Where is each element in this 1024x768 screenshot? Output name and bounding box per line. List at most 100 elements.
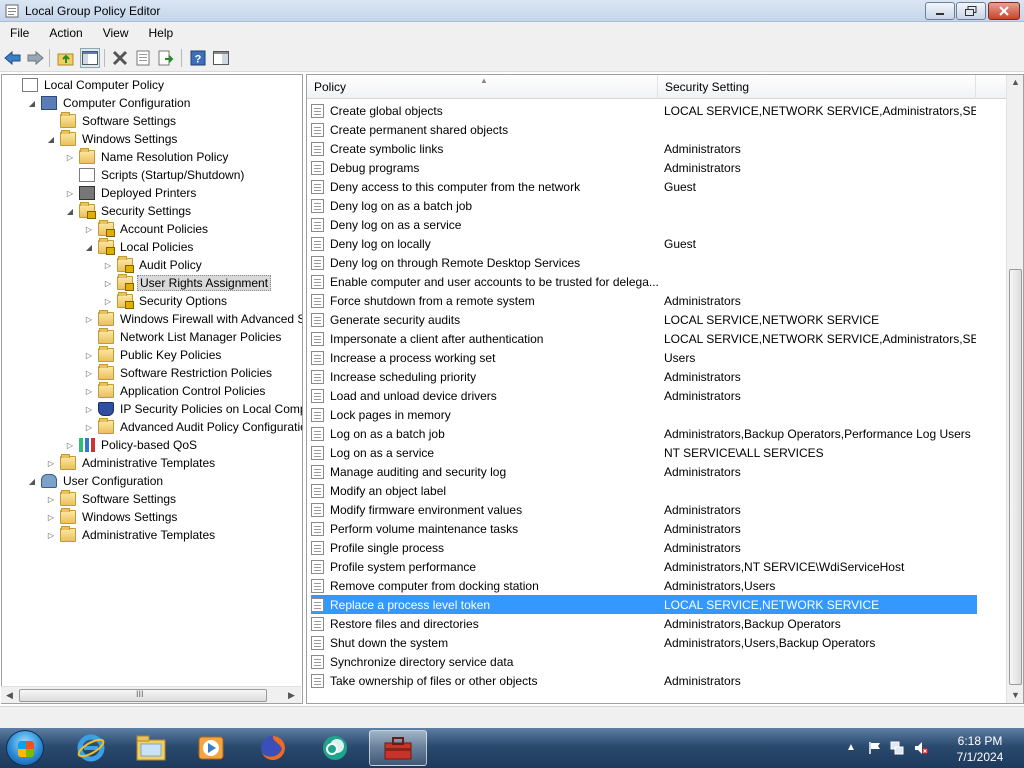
policy-row[interactable]: Impersonate a client after authenticatio… bbox=[311, 329, 977, 348]
clock-time[interactable]: 6:18 PM bbox=[948, 734, 1012, 748]
policy-row[interactable]: Force shutdown from a remote system Admin… bbox=[311, 291, 977, 310]
tree-expand-icon[interactable]: ▷ bbox=[84, 368, 94, 378]
tree-collapse-icon[interactable]: ◢ bbox=[46, 134, 56, 144]
properties-button[interactable] bbox=[133, 48, 153, 68]
policy-row[interactable]: Deny log on as a batch job bbox=[311, 196, 977, 215]
menu-view[interactable]: View bbox=[93, 26, 139, 40]
action-center-flag-icon[interactable] bbox=[868, 741, 882, 755]
forward-button[interactable] bbox=[25, 48, 45, 68]
policy-row[interactable]: Synchronize directory service data bbox=[311, 652, 977, 671]
start-button[interactable] bbox=[6, 730, 44, 766]
policy-row[interactable]: Deny log on through Remote Desktop Servi… bbox=[311, 253, 977, 272]
tree-expand-icon[interactable]: ▷ bbox=[103, 278, 113, 288]
tree-collapse-icon[interactable]: ◢ bbox=[65, 206, 75, 216]
taskbar-group-policy-editor[interactable] bbox=[369, 730, 427, 766]
tree-item-security-settings[interactable]: ◢ Security Settings bbox=[65, 202, 193, 220]
tree-item-user-configuration[interactable]: ◢ User Configuration bbox=[27, 472, 165, 490]
export-list-button[interactable] bbox=[156, 48, 176, 68]
policy-row[interactable]: Create global objects LOCAL SERVICE,NETWO… bbox=[311, 101, 977, 120]
title-bar[interactable]: Local Group Policy Editor bbox=[0, 0, 1024, 22]
tree-item-windows-firewall-with-advanced-secu[interactable]: ▷ Windows Firewall with Advanced Secu bbox=[84, 310, 302, 328]
close-button[interactable] bbox=[988, 2, 1020, 20]
tree-item-software-restriction-policies[interactable]: ▷ Software Restriction Policies bbox=[84, 364, 274, 382]
tree-collapse-icon[interactable]: ◢ bbox=[27, 476, 37, 486]
tree-item-windows-settings[interactable]: ◢ Windows Settings bbox=[46, 130, 179, 148]
tree-item-local-computer-policy[interactable]: Local Computer Policy bbox=[8, 76, 166, 94]
volume-muted-icon[interactable] bbox=[914, 741, 928, 755]
policy-row[interactable]: Enable computer and user accounts to be … bbox=[311, 272, 977, 291]
restore-button[interactable] bbox=[956, 2, 986, 20]
tree-item-windows-settings[interactable]: ▷ Windows Settings bbox=[46, 508, 179, 526]
taskbar-firefox[interactable] bbox=[244, 730, 302, 766]
tree-expand-icon[interactable]: ▷ bbox=[103, 260, 113, 270]
tree-item-security-options[interactable]: ▷ Security Options bbox=[103, 292, 229, 310]
tree-item-administrative-templates[interactable]: ▷ Administrative Templates bbox=[46, 454, 217, 472]
policy-row[interactable]: Load and unload device drivers Administra… bbox=[311, 386, 977, 405]
policy-row[interactable]: Create symbolic links Administrators bbox=[311, 139, 977, 158]
tree-item-deployed-printers[interactable]: ▷ Deployed Printers bbox=[65, 184, 198, 202]
show-hidden-icons-chevron-icon[interactable]: ▲ bbox=[846, 742, 860, 756]
tree-item-name-resolution-policy[interactable]: ▷ Name Resolution Policy bbox=[65, 148, 230, 166]
policy-row[interactable]: Manage auditing and security log Administ… bbox=[311, 462, 977, 481]
delete-button[interactable] bbox=[110, 48, 130, 68]
tree-expand-icon[interactable]: ▷ bbox=[103, 296, 113, 306]
policy-row[interactable]: Deny log on as a service bbox=[311, 215, 977, 234]
tree-item-local-policies[interactable]: ◢ Local Policies bbox=[84, 238, 195, 256]
tree-item-audit-policy[interactable]: ▷ Audit Policy bbox=[103, 256, 204, 274]
taskbar-windows-explorer[interactable] bbox=[122, 730, 180, 766]
menu-help[interactable]: Help bbox=[139, 26, 184, 40]
list-vertical-scrollbar[interactable]: ▲ ▼ bbox=[1006, 75, 1023, 703]
policy-row[interactable]: Create permanent shared objects bbox=[311, 120, 977, 139]
tree-item-application-control-policies[interactable]: ▷ Application Control Policies bbox=[84, 382, 267, 400]
back-button[interactable] bbox=[3, 48, 23, 68]
menu-action[interactable]: Action bbox=[39, 26, 92, 40]
tree-expand-icon[interactable]: ▷ bbox=[84, 314, 94, 324]
policy-row[interactable]: Lock pages in memory bbox=[311, 405, 977, 424]
column-header-security-setting[interactable]: Security Setting bbox=[658, 75, 976, 99]
tree-item-software-settings[interactable]: Software Settings bbox=[46, 112, 178, 130]
scroll-left-icon[interactable]: ◀ bbox=[6, 690, 13, 701]
tree-item-network-list-manager-policies[interactable]: Network List Manager Policies bbox=[84, 328, 283, 346]
up-one-level-button[interactable] bbox=[56, 48, 76, 68]
policy-row[interactable]: Deny access to this computer from the ne… bbox=[311, 177, 977, 196]
policy-row[interactable]: Increase scheduling priority Administrato… bbox=[311, 367, 977, 386]
tree-expand-icon[interactable]: ▷ bbox=[84, 404, 94, 414]
tree-item-user-rights-assignment[interactable]: ▷ User Rights Assignment bbox=[103, 274, 272, 292]
show-hide-tree-button[interactable] bbox=[80, 48, 100, 68]
scrollbar-thumb[interactable]: III bbox=[19, 689, 267, 702]
policy-row[interactable]: Restore files and directories Administrat… bbox=[311, 614, 977, 633]
policy-row[interactable]: Shut down the system Administrators,Users… bbox=[311, 633, 977, 652]
tree-expand-icon[interactable]: ▷ bbox=[46, 458, 56, 468]
policy-row[interactable]: Increase a process working set Users bbox=[311, 348, 977, 367]
tree-item-computer-configuration[interactable]: ◢ Computer Configuration bbox=[27, 94, 192, 112]
tree-expand-icon[interactable]: ▷ bbox=[65, 440, 75, 450]
policy-row[interactable]: Modify firmware environment values Admini… bbox=[311, 500, 977, 519]
tree-expand-icon[interactable]: ▷ bbox=[46, 494, 56, 504]
policy-row[interactable]: Profile single process Administrators bbox=[311, 538, 977, 557]
tree-expand-icon[interactable]: ▷ bbox=[46, 512, 56, 522]
tree-item-administrative-templates[interactable]: ▷ Administrative Templates bbox=[46, 526, 217, 544]
tree-collapse-icon[interactable]: ◢ bbox=[27, 98, 37, 108]
policy-row[interactable]: Log on as a service NT SERVICE\ALL SERVIC… bbox=[311, 443, 977, 462]
tree-item-public-key-policies[interactable]: ▷ Public Key Policies bbox=[84, 346, 223, 364]
policy-row[interactable]: Debug programs Administrators bbox=[311, 158, 977, 177]
policy-row[interactable]: Profile system performance Administrators… bbox=[311, 557, 977, 576]
taskbar-internet-explorer[interactable] bbox=[62, 730, 120, 766]
taskbar-media-player[interactable] bbox=[182, 730, 240, 766]
policy-row[interactable]: Modify an object label bbox=[311, 481, 977, 500]
menu-file[interactable]: File bbox=[0, 26, 39, 40]
policy-row[interactable]: Take ownership of files or other objects… bbox=[311, 671, 977, 690]
tree-expand-icon[interactable]: ▷ bbox=[84, 422, 94, 432]
scroll-up-icon[interactable]: ▲ bbox=[1011, 77, 1020, 87]
tree-item-scripts-startup-shutdown[interactable]: Scripts (Startup/Shutdown) bbox=[65, 166, 246, 184]
policy-row[interactable]: Remove computer from docking station Admi… bbox=[311, 576, 977, 595]
tree-item-account-policies[interactable]: ▷ Account Policies bbox=[84, 220, 210, 238]
tree-item-ip-security-policies-on-local-compute[interactable]: ▷ IP Security Policies on Local Compute bbox=[84, 400, 302, 418]
policy-row[interactable]: Deny log on locally Guest bbox=[311, 234, 977, 253]
tree-expand-icon[interactable]: ▷ bbox=[84, 224, 94, 234]
policy-row[interactable]: Generate security audits LOCAL SERVICE,NE… bbox=[311, 310, 977, 329]
scrollbar-thumb[interactable] bbox=[1009, 269, 1022, 685]
tree-expand-icon[interactable]: ▷ bbox=[84, 350, 94, 360]
tree-horizontal-scrollbar[interactable]: ◀ III ▶ bbox=[1, 686, 301, 703]
help-button[interactable]: ? bbox=[188, 48, 208, 68]
